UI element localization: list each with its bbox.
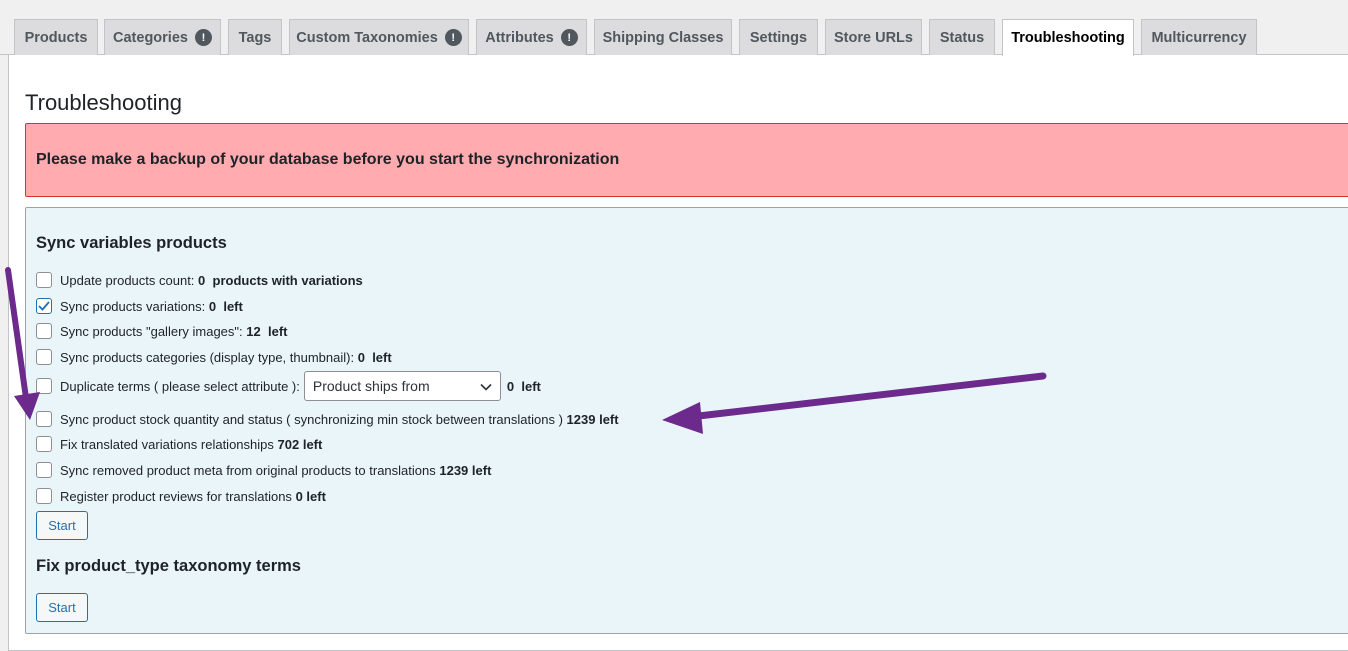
option-count: 0 (295, 488, 303, 504)
option-count: 0 (357, 349, 365, 365)
option-suffix: left (302, 436, 323, 452)
tab-settings[interactable]: Settings (739, 19, 818, 55)
option-label: Sync removed product meta from original … (60, 462, 436, 478)
option-label: Sync products "gallery images": (60, 323, 243, 339)
option-suffix: left (372, 349, 392, 365)
checkbox[interactable] (36, 378, 52, 394)
option-sync-categories: Sync products categories (display type, … (36, 348, 392, 366)
tab-label: Categories (113, 29, 188, 46)
notice-text: Please make a backup of your database be… (36, 151, 620, 168)
tab-label: Troubleshooting (1011, 30, 1125, 46)
option-sync-gallery-images: Sync products "gallery images": 12 left (36, 322, 287, 340)
option-count: 1239 (439, 462, 469, 478)
tab-troubleshooting[interactable]: Troubleshooting (1002, 19, 1134, 56)
sync-start-button[interactable]: Start (36, 511, 88, 540)
checkbox[interactable] (36, 323, 52, 339)
option-suffix: left (471, 462, 492, 478)
tab-attributes[interactable]: Attributes ! (476, 19, 587, 55)
tab-label: Custom Taxonomies (296, 29, 438, 46)
option-suffix: products with variations (212, 272, 363, 288)
option-label: Fix translated variations relationships (60, 436, 274, 452)
select-value: Product ships from (312, 378, 430, 394)
tab-label: Settings (749, 29, 808, 46)
chevron-down-icon (480, 378, 492, 394)
tab-custom-taxonomies[interactable]: Custom Taxonomies ! (289, 19, 469, 55)
option-sync-products-variations: Sync products variations: 0 left (36, 297, 243, 315)
option-count: 0 (506, 378, 515, 394)
option-sync-stock-quantity: Sync product stock quantity and status (… (36, 410, 619, 428)
page-title: Troubleshooting (25, 90, 182, 115)
tab-label: Store URLs (834, 29, 913, 46)
backup-warning-notice: Please make a backup of your database be… (25, 123, 1348, 197)
tab-tags[interactable]: Tags (228, 19, 282, 55)
tab-label: Multicurrency (1151, 29, 1247, 46)
tab-status[interactable]: Status (929, 19, 995, 55)
option-suffix: left (521, 378, 541, 394)
option-suffix: left (223, 298, 243, 314)
attribute-select[interactable]: Product ships from (303, 371, 501, 401)
tab-store-urls[interactable]: Store URLs (825, 19, 922, 55)
checkbox[interactable] (36, 462, 52, 478)
checkbox[interactable] (36, 436, 52, 452)
option-sync-removed-meta: Sync removed product meta from original … (36, 461, 491, 479)
tab-shipping-classes[interactable]: Shipping Classes (594, 19, 732, 55)
tab-products[interactable]: Products (14, 19, 98, 55)
option-suffix: left (267, 323, 288, 339)
option-duplicate-terms: Duplicate terms ( please select attribut… (36, 371, 541, 401)
checkbox[interactable] (36, 411, 52, 427)
option-count: 0 (198, 272, 206, 288)
checkbox[interactable] (36, 298, 52, 314)
sync-section-title: Sync variables products (36, 234, 227, 252)
option-fix-variations-relationships: Fix translated variations relationships … (36, 435, 322, 453)
option-label: Sync products categories (display type, … (60, 349, 355, 365)
option-register-reviews: Register product reviews for translation… (36, 487, 326, 505)
fix-product-type-start-button[interactable]: Start (36, 593, 88, 622)
tab-label: Products (24, 29, 88, 46)
option-count: 0 (208, 298, 217, 314)
checkbox[interactable] (36, 488, 52, 504)
tab-label: Attributes (485, 29, 554, 46)
tab-categories[interactable]: Categories ! (104, 19, 221, 55)
option-label: Sync product stock quantity and status (… (60, 411, 563, 427)
checkbox[interactable] (36, 349, 52, 365)
warning-badge-icon: ! (194, 29, 212, 46)
option-update-products-count: Update products count: 0 products with v… (36, 271, 363, 289)
option-label: Update products count: (60, 272, 195, 288)
option-label: Duplicate terms ( please select attribut… (60, 378, 300, 394)
option-label: Register product reviews for translation… (60, 488, 292, 504)
option-count: 12 (246, 323, 261, 339)
option-count: 1239 (566, 411, 596, 427)
tab-label: Status (939, 29, 985, 46)
option-suffix: left (306, 488, 326, 504)
fix-product-type-title: Fix product_type taxonomy terms (36, 557, 301, 575)
tab-label: Tags (238, 29, 272, 46)
option-label: Sync products variations: (60, 298, 206, 314)
option-count: 702 (277, 436, 300, 452)
nav-tabs: Products Categories ! Tags Custom Taxono… (0, 0, 1348, 56)
warning-badge-icon: ! (560, 29, 578, 46)
tab-label: Shipping Classes (602, 29, 724, 46)
option-suffix: left (599, 411, 619, 427)
checkbox[interactable] (36, 272, 52, 288)
warning-badge-icon: ! (444, 29, 462, 46)
tab-multicurrency[interactable]: Multicurrency (1141, 19, 1257, 55)
